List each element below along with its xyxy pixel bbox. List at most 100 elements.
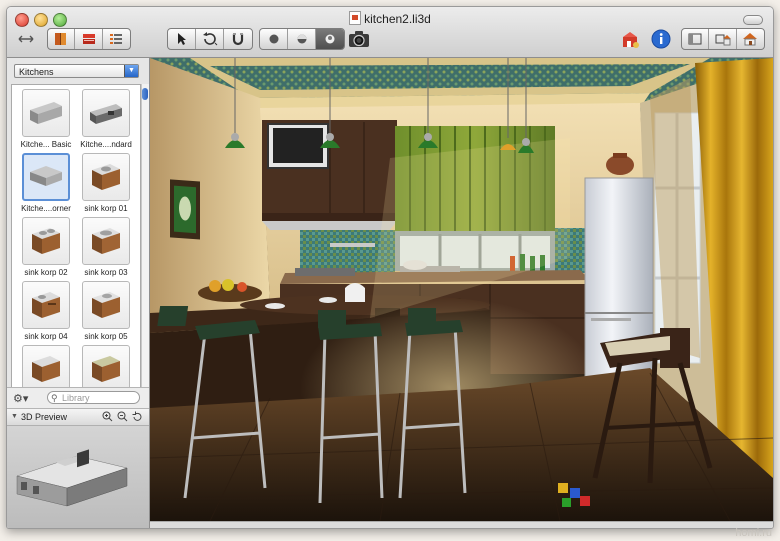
window-title-text: kitchen2.li3d <box>364 12 431 26</box>
sink-cabinet-icon <box>32 356 60 382</box>
status-bar <box>150 521 773 528</box>
document-icon <box>349 11 362 25</box>
preview-header: ▼ 3D Preview <box>7 409 149 426</box>
camera-button[interactable] <box>347 28 371 50</box>
item-label: sink korp 01 <box>84 204 128 213</box>
swap-arrows-button[interactable] <box>13 28 39 50</box>
library-item[interactable] <box>78 345 134 389</box>
library-grid: Kitche... Basic Kitche....ndard Kitche..… <box>11 84 141 390</box>
kitchen-standard-icon <box>90 104 122 124</box>
view-split-button[interactable] <box>288 29 316 49</box>
view-3d-icon <box>325 34 335 44</box>
magnet-icon <box>232 33 244 46</box>
library-item[interactable]: Kitche....orner <box>18 153 74 213</box>
preview-tools <box>102 411 143 422</box>
library-item[interactable]: sink korp 04 <box>18 281 74 341</box>
app-window: kitchen2.li3d Kitchens ▼ Kitche... Basic… <box>6 6 774 529</box>
build-button[interactable] <box>619 28 643 50</box>
library-item[interactable] <box>18 345 74 389</box>
item-thumbnail <box>82 345 130 389</box>
library-item[interactable]: sink korp 05 <box>78 281 134 341</box>
3d-preview-pane[interactable] <box>7 426 149 528</box>
search-icon: ⚲ <box>51 393 58 403</box>
preview-title: 3D Preview <box>21 412 68 422</box>
house-floor-icon <box>715 34 731 46</box>
house-floor-button[interactable] <box>709 29 737 49</box>
item-thumbnail <box>22 89 70 137</box>
watermark: homi.ru <box>735 527 772 539</box>
kitchen-render <box>150 58 773 521</box>
info-icon <box>651 29 671 49</box>
layout-icon <box>688 33 702 45</box>
search-placeholder: Library <box>62 393 90 403</box>
swap-arrows-icon <box>18 35 34 43</box>
library-item[interactable]: Kitche....ndard <box>78 89 134 149</box>
house-button[interactable] <box>737 29 764 49</box>
rotate-icon <box>202 32 217 46</box>
build-icon <box>623 32 639 48</box>
view-split-icon <box>297 34 306 44</box>
library-item[interactable]: sink korp 03 <box>78 217 134 277</box>
item-thumbnail <box>82 281 130 329</box>
kitchen-corner-icon <box>30 166 62 186</box>
kitchen-basic-icon <box>30 102 62 124</box>
library-item[interactable]: sink korp 02 <box>18 217 74 277</box>
item-thumbnail <box>22 153 70 201</box>
magnet-tool-button[interactable] <box>224 29 252 49</box>
sink-cabinet-icon <box>32 228 60 254</box>
chevron-down-icon: ▼ <box>124 65 138 77</box>
sink-cabinet-icon <box>92 356 120 382</box>
library-book-icon <box>55 33 67 45</box>
sink-cabinet-icon <box>92 228 120 254</box>
item-thumbnail <box>22 281 70 329</box>
house-icon <box>743 33 758 46</box>
category-select[interactable]: Kitchens ▼ <box>14 64 139 78</box>
furniture-icon <box>82 34 95 44</box>
gear-icon[interactable]: ⚙▾ <box>13 392 28 405</box>
zoom-in-icon[interactable] <box>102 411 113 422</box>
item-label: Kitche....ndard <box>80 140 132 149</box>
library-search-input[interactable]: ⚲ Library <box>47 391 140 404</box>
layout-button[interactable] <box>682 29 710 49</box>
item-label: sink korp 05 <box>84 332 128 341</box>
library-view-segment <box>47 28 131 50</box>
zoom-out-icon[interactable] <box>117 411 128 422</box>
sink-cabinet-icon <box>32 292 60 318</box>
item-label: Kitche... Basic <box>20 140 72 149</box>
library-search-bar: ⚙▾ ⚲ Library <box>7 387 149 409</box>
list-view-button[interactable] <box>103 29 130 49</box>
sink-cabinet-icon <box>92 292 120 318</box>
item-label: sink korp 04 <box>24 332 68 341</box>
view-mode-segment <box>259 28 345 50</box>
library-scrollbar[interactable] <box>141 84 149 388</box>
view-2d-button[interactable] <box>260 29 288 49</box>
item-thumbnail <box>82 153 130 201</box>
library-item[interactable]: sink korp 01 <box>78 153 134 213</box>
pointer-tool-button[interactable] <box>168 29 196 49</box>
view-2d-icon <box>269 34 278 44</box>
view-3d-button[interactable] <box>316 29 344 49</box>
item-label: sink korp 03 <box>84 268 128 277</box>
item-thumbnail <box>82 217 130 265</box>
kitchen-model-preview <box>16 449 128 507</box>
category-select-value: Kitchens <box>19 67 54 77</box>
item-label: sink korp 02 <box>24 268 68 277</box>
item-thumbnail <box>22 345 70 389</box>
rotate-preview-icon[interactable] <box>132 411 143 422</box>
list-view-icon <box>110 34 123 44</box>
library-item[interactable]: Kitche... Basic <box>18 89 74 149</box>
edit-tools-segment <box>167 28 253 50</box>
disclosure-triangle-icon[interactable]: ▼ <box>11 409 18 425</box>
rotate-tool-button[interactable] <box>196 29 224 49</box>
window-title: kitchen2.li3d <box>7 11 773 26</box>
3d-viewport[interactable] <box>150 58 773 521</box>
furniture-button[interactable] <box>75 29 103 49</box>
item-label: Kitche....orner <box>21 204 71 213</box>
title-bar: kitchen2.li3d <box>7 7 773 58</box>
info-button[interactable] <box>649 28 673 50</box>
scrollbar-thumb[interactable] <box>142 88 148 100</box>
library-sidebar: Kitchens ▼ Kitche... Basic Kitche....nda… <box>7 58 150 528</box>
sink-cabinet-icon <box>92 164 120 190</box>
item-thumbnail <box>82 89 130 137</box>
library-button[interactable] <box>48 29 76 49</box>
